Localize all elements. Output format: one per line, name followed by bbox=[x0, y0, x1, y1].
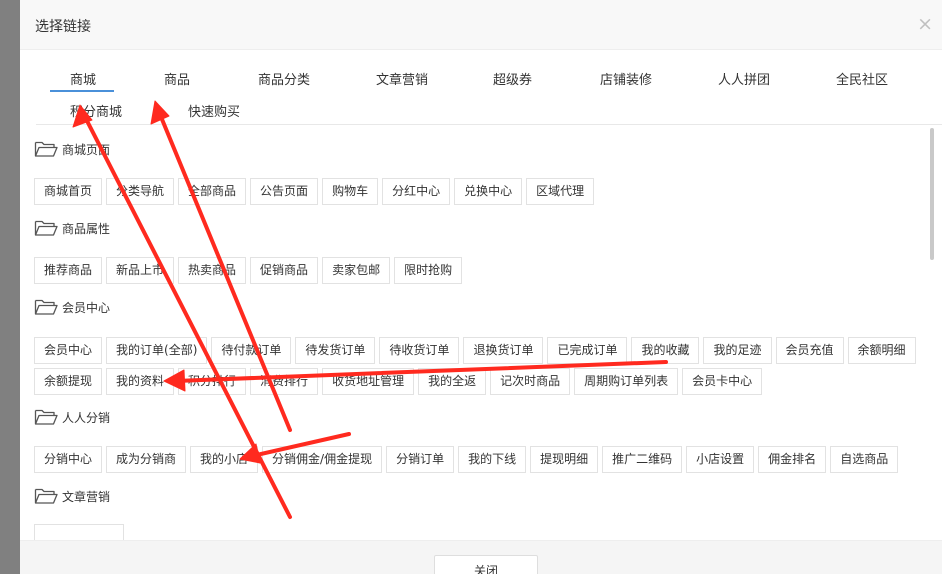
link-item[interactable]: 卖家包邮 bbox=[322, 257, 391, 284]
link-row: 分销中心 成为分销商 我的小店 分销佣金/佣金提现 分销订单 我的下线 提现明细… bbox=[34, 446, 899, 473]
link-item[interactable]: 会员中心 bbox=[34, 337, 103, 364]
link-item[interactable]: 待收货订单 bbox=[379, 337, 460, 364]
folder-open-icon bbox=[34, 220, 58, 236]
link-item[interactable]: 我的下线 bbox=[458, 446, 527, 473]
section-header: 会员中心 bbox=[34, 297, 110, 317]
link-item[interactable]: 公告页面 bbox=[250, 178, 319, 205]
link-item[interactable]: 分类导航 bbox=[106, 178, 175, 205]
link-item[interactable]: 限时抢购 bbox=[394, 257, 463, 284]
link-item[interactable]: 佣金排名 bbox=[758, 446, 827, 473]
link-item[interactable]: 分红中心 bbox=[382, 178, 451, 205]
link-row: 商城首页 分类导航 全部商品 公告页面 购物车 分红中心 兑换中心 区域代理 bbox=[34, 178, 595, 205]
link-item[interactable]: 我的小店 bbox=[190, 446, 259, 473]
link-item[interactable]: 区域代理 bbox=[526, 178, 595, 205]
section-header: 商品属性 bbox=[34, 218, 110, 238]
background-overlay bbox=[0, 0, 20, 574]
tab-shop-decoration[interactable]: 店铺装修 bbox=[600, 69, 652, 88]
link-item[interactable]: 推荐商品 bbox=[34, 257, 103, 284]
link-list-panel: 商城页面 商城首页 分类导航 全部商品 公告页面 购物车 分红中心 兑换中心 区… bbox=[20, 125, 942, 540]
scrollbar-thumb[interactable] bbox=[930, 128, 934, 260]
tab-community[interactable]: 全民社区 bbox=[836, 69, 888, 88]
link-item[interactable]: 分销佣金/佣金提现 bbox=[262, 446, 383, 473]
link-item[interactable]: 会员卡中心 bbox=[682, 368, 763, 395]
link-item[interactable]: 我的资料 bbox=[106, 368, 175, 395]
link-item[interactable]: 我的收藏 bbox=[631, 337, 700, 364]
link-item[interactable]: 余额明细 bbox=[847, 337, 916, 364]
tab-article-marketing[interactable]: 文章营销 bbox=[376, 69, 428, 88]
section-title-member-center: 会员中心 bbox=[62, 300, 111, 315]
dialog-title: 选择链接 bbox=[35, 19, 91, 35]
section-title-article-marketing: 文章营销 bbox=[62, 489, 111, 504]
link-item[interactable]: 成为分销商 bbox=[106, 446, 187, 473]
link-item[interactable]: 我的订单(全部) bbox=[106, 337, 208, 364]
link-item[interactable]: 提现明细 bbox=[530, 446, 599, 473]
link-item[interactable]: 推广二维码 bbox=[602, 446, 683, 473]
section-header: 文章营销 bbox=[34, 486, 110, 506]
link-item[interactable]: 全部商品 bbox=[178, 178, 247, 205]
link-item[interactable]: 积分排行 bbox=[178, 368, 247, 395]
tab-points-mall[interactable]: 积分商城 bbox=[70, 101, 122, 120]
tab-quick-buy[interactable]: 快速购买 bbox=[188, 101, 240, 120]
tab-goods-category[interactable]: 商品分类 bbox=[258, 69, 310, 88]
active-tab-indicator bbox=[50, 90, 114, 92]
link-row bbox=[34, 524, 124, 540]
link-item[interactable]: 待付款订单 bbox=[211, 337, 292, 364]
link-item[interactable] bbox=[34, 524, 124, 540]
link-item[interactable]: 热卖商品 bbox=[178, 257, 247, 284]
tab-mall[interactable]: 商城 bbox=[70, 69, 96, 88]
tab-group-buy[interactable]: 人人拼团 bbox=[718, 69, 770, 88]
link-item[interactable]: 小店设置 bbox=[686, 446, 755, 473]
folder-open-icon bbox=[34, 141, 58, 157]
section-title-goods-attributes: 商品属性 bbox=[62, 221, 111, 236]
link-item[interactable]: 购物车 bbox=[322, 178, 379, 205]
link-item[interactable]: 已完成订单 bbox=[547, 337, 628, 364]
dialog-header: 选择链接 × bbox=[20, 0, 942, 50]
link-item[interactable]: 我的全返 bbox=[418, 368, 487, 395]
link-row: 会员中心 我的订单(全部) 待付款订单 待发货订单 待收货订单 退换货订单 已完… bbox=[34, 337, 916, 364]
folder-open-icon bbox=[34, 409, 58, 425]
link-item[interactable]: 退换货订单 bbox=[463, 337, 544, 364]
section-header: 人人分销 bbox=[34, 407, 110, 427]
link-item[interactable]: 商城首页 bbox=[34, 178, 103, 205]
tab-goods[interactable]: 商品 bbox=[164, 69, 190, 88]
section-header: 商城页面 bbox=[34, 139, 110, 159]
link-item[interactable]: 新品上市 bbox=[106, 257, 175, 284]
folder-open-icon bbox=[34, 488, 58, 504]
link-item[interactable]: 记次时商品 bbox=[490, 368, 571, 395]
select-link-dialog: 选择链接 × 商城 商品 商品分类 文章营销 超级券 店铺装修 人人拼团 全民社… bbox=[20, 0, 942, 574]
section-title-distribution: 人人分销 bbox=[62, 410, 111, 425]
close-icon[interactable]: × bbox=[917, 13, 933, 35]
link-row: 推荐商品 新品上市 热卖商品 促销商品 卖家包邮 限时抢购 bbox=[34, 257, 463, 284]
tab-super-coupon[interactable]: 超级券 bbox=[493, 69, 532, 88]
link-item[interactable]: 我的足迹 bbox=[703, 337, 772, 364]
link-item[interactable]: 兑换中心 bbox=[454, 178, 523, 205]
link-item[interactable]: 促销商品 bbox=[250, 257, 319, 284]
folder-open-icon bbox=[34, 299, 58, 315]
close-button[interactable]: 关闭 bbox=[434, 555, 538, 574]
link-item[interactable]: 分销中心 bbox=[34, 446, 103, 473]
link-item[interactable]: 周期购订单列表 bbox=[574, 368, 679, 395]
link-row: 余额提现 我的资料 积分排行 消费排行 收货地址管理 我的全返 记次时商品 周期… bbox=[34, 368, 763, 395]
link-item[interactable]: 分销订单 bbox=[386, 446, 455, 473]
link-item[interactable]: 自选商品 bbox=[830, 446, 899, 473]
link-item[interactable]: 余额提现 bbox=[34, 368, 103, 395]
link-item[interactable]: 待发货订单 bbox=[295, 337, 376, 364]
link-item[interactable]: 消费排行 bbox=[250, 368, 319, 395]
dialog-footer: 关闭 bbox=[20, 540, 942, 574]
section-title-mall-pages: 商城页面 bbox=[62, 142, 111, 157]
link-item[interactable]: 收货地址管理 bbox=[322, 368, 415, 395]
link-item[interactable]: 会员充值 bbox=[775, 337, 844, 364]
